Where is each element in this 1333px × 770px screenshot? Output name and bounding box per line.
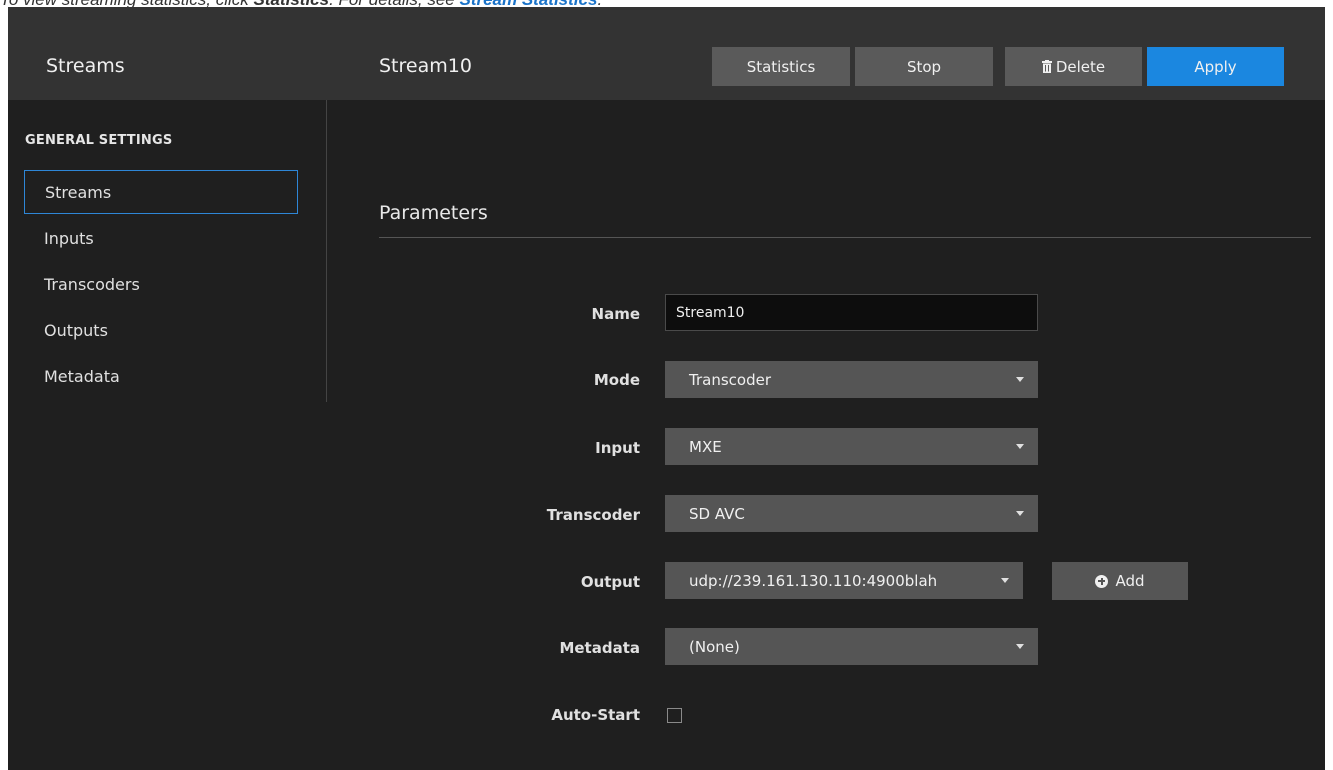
section-title: Streams xyxy=(46,55,125,77)
sidebar-item-inputs[interactable]: Inputs xyxy=(24,216,298,260)
metadata-label: Metadata xyxy=(559,639,640,657)
transcoder-select[interactable]: SD AVC xyxy=(665,495,1038,532)
name-input[interactable] xyxy=(665,294,1038,331)
stop-label: Stop xyxy=(906,57,942,76)
statistics-button[interactable]: Statistics xyxy=(712,47,850,86)
app-window: Streams Stream10 Statistics Stop Delete … xyxy=(8,7,1325,770)
output-select[interactable]: udp://239.161.130.110:4900blah xyxy=(665,562,1023,599)
name-label: Name xyxy=(591,305,640,323)
top-bar: Streams Stream10 Statistics Stop Delete … xyxy=(8,7,1325,100)
sidebar-item-label: Transcoders xyxy=(44,274,140,294)
sidebar-item-outputs[interactable]: Outputs xyxy=(24,308,298,352)
transcoder-label: Transcoder xyxy=(546,506,640,524)
mode-select[interactable]: Transcoder xyxy=(665,361,1038,398)
plus-circle-icon xyxy=(1095,574,1109,588)
apply-label: Apply xyxy=(1194,57,1237,76)
stream-title: Stream10 xyxy=(379,55,472,77)
output-value: udp://239.161.130.110:4900blah xyxy=(689,571,938,590)
input-label: Input xyxy=(595,439,640,457)
metadata-select[interactable]: (None) xyxy=(665,628,1038,665)
sidebar-item-streams[interactable]: Streams xyxy=(24,170,298,214)
chevron-down-icon xyxy=(1001,578,1009,583)
transcoder-value: SD AVC xyxy=(689,504,745,523)
add-label: Add xyxy=(1115,572,1145,590)
general-settings-heading: GENERAL SETTINGS xyxy=(25,133,173,148)
parameters-heading: Parameters xyxy=(379,202,488,224)
metadata-value: (None) xyxy=(689,637,740,656)
sidebar: GENERAL SETTINGS Streams Inputs Transcod… xyxy=(8,100,327,402)
chevron-down-icon xyxy=(1016,444,1024,449)
sidebar-item-label: Outputs xyxy=(44,320,108,340)
sidebar-item-metadata[interactable]: Metadata xyxy=(24,354,298,398)
auto-start-checkbox[interactable] xyxy=(667,708,682,723)
stop-button[interactable]: Stop xyxy=(855,47,993,86)
statistics-label: Statistics xyxy=(746,57,816,76)
sidebar-item-label: Inputs xyxy=(44,228,94,248)
parameters-divider xyxy=(379,237,1311,238)
sidebar-item-label: Streams xyxy=(45,182,112,202)
mode-label: Mode xyxy=(593,371,640,389)
add-output-button[interactable]: Add xyxy=(1052,562,1188,600)
delete-button[interactable]: Delete xyxy=(1005,47,1142,86)
sidebar-item-label: Metadata xyxy=(44,366,120,386)
delete-label: Delete xyxy=(1055,57,1106,76)
sidebar-item-transcoders[interactable]: Transcoders xyxy=(24,262,298,306)
mode-value: Transcoder xyxy=(689,370,771,389)
input-value: MXE xyxy=(689,437,722,456)
chevron-down-icon xyxy=(1016,511,1024,516)
chevron-down-icon xyxy=(1016,644,1024,649)
apply-button[interactable]: Apply xyxy=(1147,47,1284,86)
trash-icon xyxy=(1041,60,1052,73)
auto-start-label: Auto-Start xyxy=(551,706,640,724)
input-select[interactable]: MXE xyxy=(665,428,1038,465)
output-label: Output xyxy=(580,573,640,591)
chevron-down-icon xyxy=(1016,377,1024,382)
